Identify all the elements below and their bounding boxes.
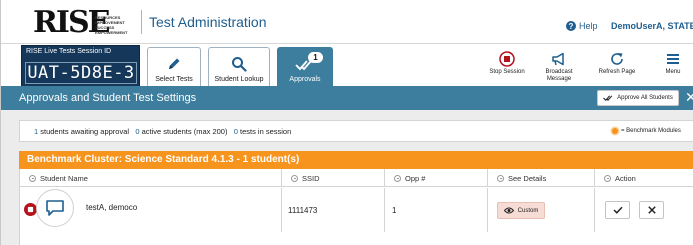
deny-button[interactable]: [639, 201, 664, 219]
sort-icon: [497, 174, 504, 182]
select-tests-label: Select Tests: [155, 76, 193, 83]
action-cell: [595, 188, 693, 232]
active-text: active students (max 200): [139, 127, 228, 136]
approve-button[interactable]: [605, 201, 630, 219]
user-menu[interactable]: DemoUserA, STATE ⌄: [611, 21, 693, 32]
session-label: RISE Live Tests Session ID: [26, 48, 112, 55]
sort-icon: [29, 174, 36, 182]
column-header-see-details[interactable]: See Details: [488, 169, 595, 187]
column-label: SSID: [302, 173, 320, 183]
ssid-value: 1111473: [288, 205, 318, 215]
table-header: Student Name SSID Opp # See Details Acti…: [20, 169, 693, 187]
help-label: Help: [579, 21, 598, 31]
panel-title: Approvals and Student Test Settings: [19, 92, 197, 104]
x-icon: [647, 206, 656, 214]
column-header-action[interactable]: Action: [595, 169, 693, 187]
benchmark-module-icon: [612, 128, 618, 134]
megaphone-icon: [552, 52, 564, 66]
column-header-ssid[interactable]: SSID: [282, 169, 385, 187]
top-bar: RISE Resources Improvement Success Empow…: [1, 0, 693, 44]
select-tests-button[interactable]: Select Tests: [147, 47, 201, 86]
search-icon: [232, 57, 247, 72]
student-name: testA, democo: [86, 203, 138, 212]
refresh-page-label: Refresh Page: [598, 69, 636, 75]
opp-cell: 1: [385, 188, 488, 232]
session-id: UAT-5D8E-3: [25, 62, 137, 84]
session-panel: RISE Live Tests Session ID UAT-5D8E-3: [21, 45, 140, 87]
hamburger-icon: [667, 54, 679, 64]
eye-icon: [503, 207, 514, 214]
benchmark-indicator-icon: [24, 203, 37, 216]
column-label: Action: [615, 173, 636, 183]
chat-bubble-icon: [46, 200, 64, 216]
sort-icon: [604, 174, 611, 182]
app-window: RISE Resources Improvement Success Empow…: [0, 0, 693, 245]
approvals-button[interactable]: 1 Approvals: [277, 47, 333, 86]
message-student-button[interactable]: [36, 189, 74, 227]
table-row: testA, democo 1111473 1 Custom: [20, 188, 693, 244]
column-label: See Details: [508, 173, 547, 183]
column-header-student-name[interactable]: Student Name: [20, 169, 282, 187]
benchmark-legend: = Benchmark Modules: [612, 128, 681, 134]
student-name-cell: testA, democo: [20, 188, 282, 232]
approvals-label: Approvals: [289, 76, 321, 83]
opp-value: 1: [392, 205, 397, 215]
app-title: Test Administration: [149, 14, 267, 30]
awaiting-text: students awaiting approval: [38, 127, 130, 136]
column-label: Student Name: [40, 173, 88, 183]
custom-settings-button[interactable]: Custom: [497, 202, 545, 219]
approvals-panel-header: Approvals and Student Test Settings Appr…: [1, 86, 693, 110]
broadcast-message-label: Broadcast Message: [545, 69, 573, 82]
close-panel-icon[interactable]: ✕: [685, 89, 693, 105]
sort-icon: [394, 174, 401, 182]
help-link[interactable]: ? Help: [566, 21, 598, 31]
refresh-page-button[interactable]: Refresh Page: [595, 51, 639, 76]
ssid-cell: 1111473: [282, 188, 385, 232]
column-label: Opp #: [405, 173, 426, 183]
logo-tagline: Resources Improvement Success Empowermen…: [95, 15, 128, 35]
broadcast-message-button[interactable]: Broadcast Message: [537, 51, 581, 83]
user-label: DemoUserA, STATE: [611, 21, 693, 31]
cluster-title: Benchmark Cluster: Science Standard 4.1.…: [27, 154, 300, 165]
stop-session-label: Stop Session: [489, 69, 525, 75]
menu-label: Menu: [665, 69, 681, 75]
menu-button[interactable]: Menu: [655, 51, 691, 76]
double-check-icon: [603, 95, 613, 102]
brand-divider: [141, 10, 142, 34]
sort-icon: [291, 174, 298, 182]
help-icon: ?: [566, 21, 576, 31]
column-header-opp[interactable]: Opp #: [385, 169, 488, 187]
rise-logo: RISE Resources Improvement Success Empow…: [33, 6, 141, 40]
approvals-table: Student Name SSID Opp # See Details Acti…: [19, 169, 693, 245]
see-details-cell: Custom: [488, 188, 595, 232]
check-icon: [612, 206, 623, 214]
approve-all-label: Approve All Students: [617, 95, 673, 101]
refresh-icon: [611, 53, 623, 65]
summary-text: 1 students awaiting approval 0 active st…: [34, 127, 291, 136]
session-summary: 1 students awaiting approval 0 active st…: [19, 120, 693, 142]
approve-all-button[interactable]: Approve All Students: [597, 90, 679, 106]
stop-icon: [499, 51, 515, 67]
student-lookup-button[interactable]: Student Lookup: [208, 47, 270, 86]
pencil-icon: [169, 58, 180, 69]
benchmark-cluster-header: Benchmark Cluster: Science Standard 4.1.…: [19, 151, 693, 169]
custom-label: Custom: [517, 207, 539, 214]
toolbar: RISE Live Tests Session ID UAT-5D8E-3 Se…: [1, 44, 693, 87]
approvals-count-badge: 1: [308, 52, 323, 63]
legend-label: = Benchmark Modules: [621, 128, 681, 134]
student-lookup-label: Student Lookup: [214, 76, 264, 83]
stop-session-button[interactable]: Stop Session: [485, 51, 529, 76]
tests-text: tests in session: [237, 127, 292, 136]
